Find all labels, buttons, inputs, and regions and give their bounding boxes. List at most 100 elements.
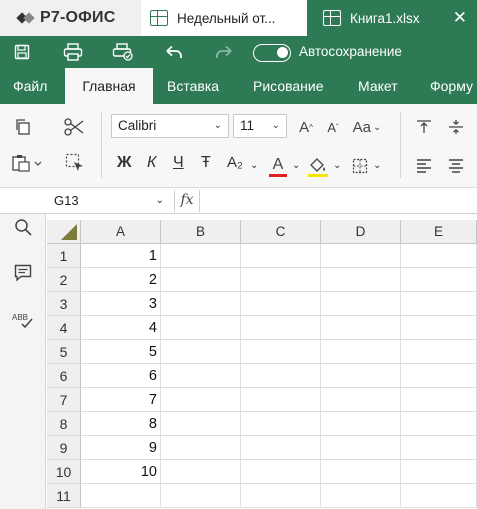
undo-icon[interactable]	[162, 42, 186, 62]
row-header[interactable]: 5	[47, 340, 81, 364]
close-icon[interactable]: ✕	[453, 8, 467, 28]
cell[interactable]: 3	[81, 292, 161, 316]
cell[interactable]: 10	[81, 460, 161, 484]
cell[interactable]	[241, 268, 321, 292]
copy-icon[interactable]	[12, 116, 34, 138]
subscript-button[interactable]: A₂	[227, 154, 243, 171]
comments-icon[interactable]	[12, 262, 34, 284]
column-header[interactable]: C	[241, 220, 321, 244]
cell[interactable]	[241, 244, 321, 268]
chevron-down-icon[interactable]: ⌄	[333, 160, 341, 171]
select-all-icon[interactable]	[64, 152, 86, 174]
column-header[interactable]: E	[401, 220, 477, 244]
cell[interactable]	[241, 412, 321, 436]
quick-print-icon[interactable]	[111, 42, 135, 62]
cell[interactable]	[321, 484, 401, 508]
underline-button[interactable]: Ч	[173, 154, 184, 172]
cell[interactable]	[321, 292, 401, 316]
decrease-font-icon[interactable]: Aˇ	[323, 117, 343, 137]
redo-icon[interactable]	[212, 42, 236, 62]
cell[interactable]	[401, 292, 477, 316]
cut-icon[interactable]	[63, 116, 85, 138]
row-header[interactable]: 9	[47, 436, 81, 460]
italic-button[interactable]: К	[147, 154, 156, 172]
tab-document-1[interactable]: Недельный от...	[141, 0, 307, 36]
cell[interactable]	[241, 460, 321, 484]
chevron-down-icon[interactable]: ⌄	[292, 160, 300, 171]
cell[interactable]	[321, 412, 401, 436]
cell[interactable]	[401, 412, 477, 436]
row-header[interactable]: 10	[47, 460, 81, 484]
cell[interactable]	[401, 316, 477, 340]
cell[interactable]	[321, 460, 401, 484]
align-center-icon[interactable]	[446, 156, 466, 176]
cell[interactable]	[161, 292, 241, 316]
borders-icon[interactable]	[349, 156, 371, 176]
cell[interactable]	[321, 268, 401, 292]
font-name-select[interactable]: Calibri ⌄	[111, 114, 229, 138]
cell[interactable]	[241, 316, 321, 340]
cell[interactable]	[321, 436, 401, 460]
cell[interactable]	[241, 340, 321, 364]
cell[interactable]	[401, 460, 477, 484]
align-left-icon[interactable]	[414, 156, 434, 176]
fill-color-button[interactable]	[306, 153, 330, 179]
cell[interactable]	[161, 268, 241, 292]
tab-document-2[interactable]: Книга1.xlsx ✕	[307, 0, 477, 36]
row-header[interactable]: 11	[47, 484, 81, 508]
cell[interactable]	[241, 388, 321, 412]
cell[interactable]: 6	[81, 364, 161, 388]
bold-button[interactable]: Ж	[117, 154, 131, 172]
column-header[interactable]: A	[81, 220, 161, 244]
cell[interactable]	[321, 364, 401, 388]
cell[interactable]	[321, 244, 401, 268]
cell[interactable]: 8	[81, 412, 161, 436]
search-icon[interactable]	[12, 216, 34, 238]
cell[interactable]: 9	[81, 436, 161, 460]
font-size-select[interactable]: 11 ⌄	[233, 114, 287, 138]
row-header[interactable]: 8	[47, 412, 81, 436]
cell[interactable]	[161, 460, 241, 484]
cell[interactable]	[161, 436, 241, 460]
tab-draw[interactable]: Рисование	[253, 68, 324, 104]
cell[interactable]	[321, 340, 401, 364]
tab-formulas[interactable]: Форму	[430, 68, 473, 104]
tab-home[interactable]: Главная	[65, 68, 153, 105]
row-header[interactable]: 7	[47, 388, 81, 412]
align-middle-icon[interactable]	[446, 117, 466, 137]
chevron-down-icon[interactable]: ⌄	[250, 160, 258, 171]
font-color-button[interactable]: A	[267, 153, 289, 179]
chevron-down-icon[interactable]: ⌄	[156, 190, 164, 212]
row-header[interactable]: 2	[47, 268, 81, 292]
cell[interactable]: 7	[81, 388, 161, 412]
name-box[interactable]: G13 ⌄	[48, 190, 170, 212]
cell[interactable]	[161, 388, 241, 412]
save-icon[interactable]	[10, 42, 34, 62]
tab-layout[interactable]: Макет	[358, 68, 398, 104]
row-header[interactable]: 1	[47, 244, 81, 268]
spellcheck-icon[interactable]: ABB	[12, 310, 34, 332]
row-header[interactable]: 4	[47, 316, 81, 340]
row-header[interactable]: 6	[47, 364, 81, 388]
select-all-corner[interactable]	[47, 220, 81, 244]
formula-input[interactable]	[200, 190, 477, 212]
cell[interactable]: 4	[81, 316, 161, 340]
cell[interactable]	[161, 484, 241, 508]
cell[interactable]	[401, 268, 477, 292]
align-top-icon[interactable]	[414, 117, 434, 137]
cell[interactable]	[161, 364, 241, 388]
cell[interactable]	[401, 244, 477, 268]
cell[interactable]	[81, 484, 161, 508]
column-header[interactable]: B	[161, 220, 241, 244]
cell[interactable]	[401, 364, 477, 388]
cell[interactable]: 1	[81, 244, 161, 268]
cell[interactable]: 5	[81, 340, 161, 364]
cell[interactable]	[321, 388, 401, 412]
increase-font-icon[interactable]: A ^	[296, 117, 316, 137]
strikethrough-button[interactable]: Ŧ	[201, 154, 211, 172]
cell[interactable]	[241, 292, 321, 316]
tab-file[interactable]: Файл	[13, 68, 47, 104]
cell[interactable]	[241, 364, 321, 388]
cell[interactable]	[321, 316, 401, 340]
cell[interactable]	[241, 484, 321, 508]
